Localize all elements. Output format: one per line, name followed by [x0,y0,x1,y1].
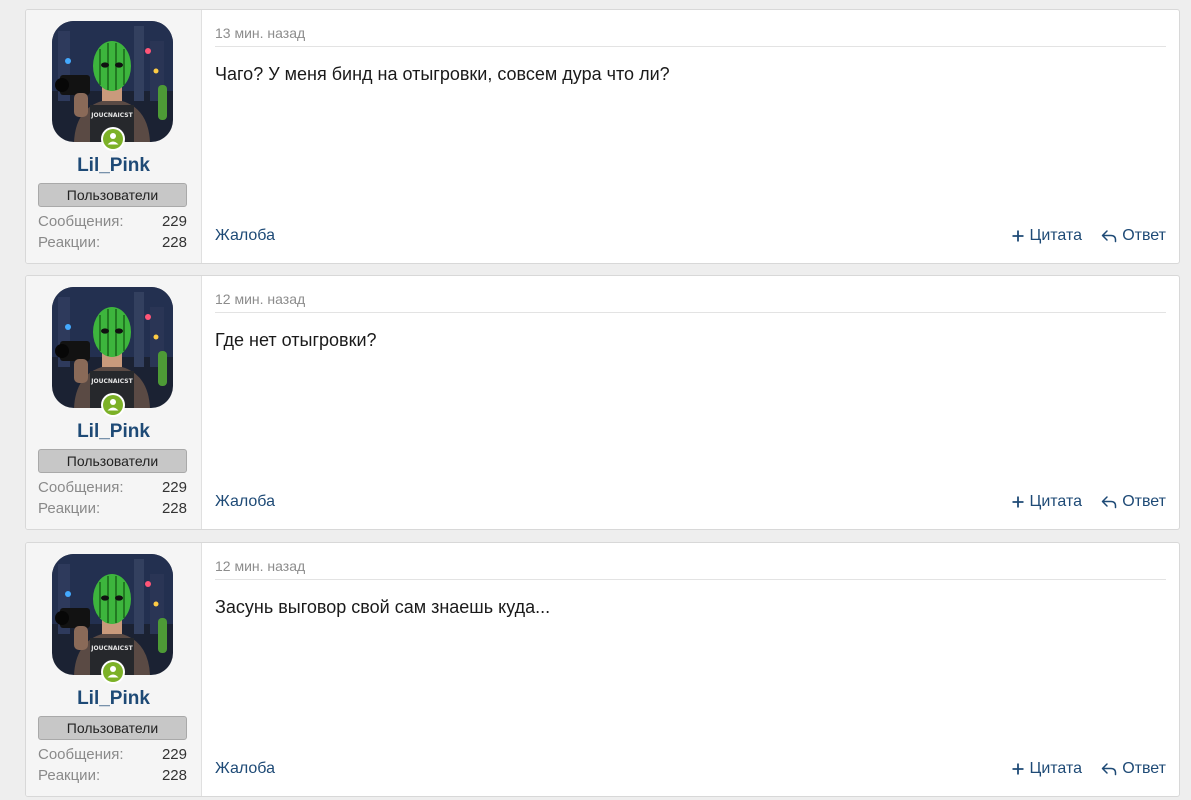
quote-button[interactable]: Цитата [1012,227,1082,245]
avatar-vest-text: JOUCNAICST [90,378,133,385]
avatar-vest-text: JOUCNAICST [90,112,133,119]
message-body: Засунь выговор свой сам знаешь куда... [215,597,551,617]
plus-icon [1012,496,1024,508]
stat-value: 229 [161,746,187,763]
plus-icon [1012,763,1024,775]
message-body: Чаго? У меня бинд на отыгровки, совсем д… [215,64,670,84]
online-status-icon [101,660,125,684]
message-content: 12 мин. назад Где нет отыгровки? Жалоба … [202,276,1179,529]
reply-arrow-icon [1101,230,1117,243]
message-post: JOUCNAICST Lil_Pink Пользователи Сообщен… [25,275,1180,530]
divider [215,312,1166,313]
message-actions: Жалоба Цитата Ответ [215,227,1166,247]
stat-value: 228 [161,500,187,517]
stat-messages: Сообщения: 229 [38,213,187,230]
report-link[interactable]: Жалоба [215,227,275,245]
message-user-panel: JOUCNAICST Lil_Pink Пользователи Сообщен… [26,543,202,796]
reply-label: Ответ [1122,227,1166,244]
quote-label: Цитата [1029,493,1082,510]
stat-label: Сообщения: [38,213,124,230]
user-group-badge: Пользователи [38,716,187,740]
online-status-icon [101,127,125,151]
reply-label: Ответ [1122,760,1166,777]
plus-icon [1012,230,1024,242]
reply-button[interactable]: Ответ [1101,493,1166,511]
stat-label: Реакции: [38,500,101,517]
post-timestamp[interactable]: 12 мин. назад [215,291,305,307]
message-body: Где нет отыгровки? [215,330,377,350]
stat-value: 228 [161,234,187,251]
post-timestamp[interactable]: 13 мин. назад [215,25,305,41]
user-group-badge: Пользователи [38,449,187,473]
message-content: 13 мин. назад Чаго? У меня бинд на отыгр… [202,10,1179,263]
stat-reactions: Реакции: 228 [38,500,187,517]
divider [215,46,1166,47]
quote-label: Цитата [1029,760,1082,777]
stat-label: Реакции: [38,767,101,784]
message-user-panel: JOUCNAICST Lil_Pink Пользователи Сообщен… [26,10,202,263]
reply-button[interactable]: Ответ [1101,760,1166,778]
online-status-icon [101,393,125,417]
stat-messages: Сообщения: 229 [38,479,187,496]
stat-label: Реакции: [38,234,101,251]
quote-label: Цитата [1029,227,1082,244]
username-link[interactable]: Lil_Pink [26,688,201,710]
stat-value: 229 [161,479,187,496]
stat-messages: Сообщения: 229 [38,746,187,763]
report-link[interactable]: Жалоба [215,493,275,511]
message-post: JOUCNAICST Lil_Pink Пользователи Сообщен… [25,542,1180,797]
user-group-badge: Пользователи [38,183,187,207]
divider [215,579,1166,580]
message-actions: Жалоба Цитата Ответ [215,493,1166,513]
reply-arrow-icon [1101,763,1117,776]
message-post: JOUCNAICST Lil_Pink Пользователи Сообщен… [25,9,1180,264]
stat-label: Сообщения: [38,746,124,763]
username-link[interactable]: Lil_Pink [26,421,201,443]
message-actions: Жалоба Цитата Ответ [215,760,1166,780]
avatar[interactable]: JOUCNAICST [52,287,173,408]
report-link[interactable]: Жалоба [215,760,275,778]
stat-value: 228 [161,767,187,784]
avatar-vest-text: JOUCNAICST [90,645,133,652]
quote-button[interactable]: Цитата [1012,493,1082,511]
reply-label: Ответ [1122,493,1166,510]
stat-label: Сообщения: [38,479,124,496]
post-timestamp[interactable]: 12 мин. назад [215,558,305,574]
username-link[interactable]: Lil_Pink [26,155,201,177]
message-content: 12 мин. назад Засунь выговор свой сам зн… [202,543,1179,796]
message-user-panel: JOUCNAICST Lil_Pink Пользователи Сообщен… [26,276,202,529]
stat-reactions: Реакции: 228 [38,234,187,251]
avatar[interactable]: JOUCNAICST [52,554,173,675]
stat-reactions: Реакции: 228 [38,767,187,784]
stat-value: 229 [161,213,187,230]
reply-button[interactable]: Ответ [1101,227,1166,245]
reply-arrow-icon [1101,496,1117,509]
quote-button[interactable]: Цитата [1012,760,1082,778]
avatar[interactable]: JOUCNAICST [52,21,173,142]
